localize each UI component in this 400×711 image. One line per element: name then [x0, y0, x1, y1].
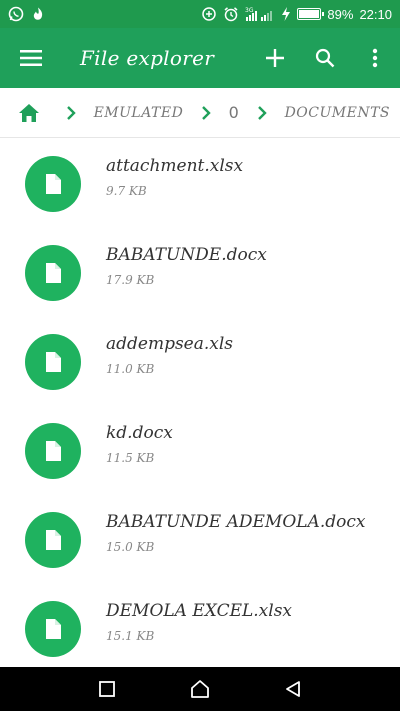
list-item[interactable]: addempsea.xls 11.0 KB: [0, 317, 400, 406]
file-name: DEMOLA EXCEL.xlsx: [106, 600, 293, 621]
charging-icon: [281, 6, 291, 22]
fire-app-icon: [30, 6, 46, 22]
list-item[interactable]: DEMOLA EXCEL.xlsx 15.1 KB: [0, 584, 400, 667]
home-icon: [19, 103, 40, 122]
home-nav-icon: [191, 680, 209, 698]
more-vert-icon: [372, 48, 378, 68]
file-icon: [25, 422, 81, 479]
back-button[interactable]: [273, 667, 313, 711]
file-size: 17.9 KB: [106, 272, 155, 287]
navigation-bar: [0, 667, 400, 711]
file-icon: [25, 511, 81, 568]
status-left: [8, 6, 46, 22]
clock: 22:10: [359, 6, 392, 22]
breadcrumb-item-emulated[interactable]: EMULATED: [84, 105, 194, 121]
status-right: 3G 89% 22:10: [201, 6, 392, 22]
battery-icon: [297, 8, 325, 20]
network-label: 3G: [245, 7, 254, 14]
file-size: 11.0 KB: [106, 361, 155, 376]
home-nav-button[interactable]: [180, 667, 220, 711]
file-name: attachment.xlsx: [106, 155, 244, 176]
chevron-right-icon: [58, 105, 83, 120]
list-item[interactable]: BABATUNDE ADEMOLA.docx 15.0 KB: [0, 495, 400, 584]
data-saver-icon: [201, 6, 217, 22]
file-name: BABATUNDE.docx: [106, 244, 267, 265]
back-icon: [286, 681, 301, 697]
recent-apps-button[interactable]: [87, 667, 127, 711]
file-icon: [25, 155, 81, 212]
menu-button[interactable]: [0, 28, 62, 88]
file-name: addempsea.xls: [106, 333, 234, 354]
battery-percent: 89%: [327, 6, 354, 22]
breadcrumb-item-0[interactable]: 0: [219, 103, 250, 122]
signal-icon: 3G: [245, 6, 275, 22]
app-title: File explorer: [80, 46, 215, 70]
app-actions: [250, 28, 400, 88]
file-size: 15.1 KB: [106, 628, 155, 643]
alarm-icon: [223, 6, 239, 22]
file-size: 9.7 KB: [106, 183, 147, 198]
breadcrumb: EMULATED 0 DOCUMENTS: [0, 88, 400, 138]
whatsapp-icon: [8, 6, 24, 22]
add-icon: [266, 49, 284, 67]
file-icon: [25, 333, 81, 390]
file-name: BABATUNDE ADEMOLA.docx: [106, 511, 366, 532]
more-options-button[interactable]: [350, 28, 400, 88]
file-icon: [25, 600, 81, 657]
file-icon: [25, 244, 81, 301]
chevron-right-icon: [249, 105, 274, 120]
breadcrumb-item-documents[interactable]: DOCUMENTS: [275, 105, 400, 121]
status-bar: 3G 89% 22:10: [0, 0, 400, 28]
recent-apps-icon: [98, 681, 115, 697]
list-item[interactable]: attachment.xlsx 9.7 KB: [0, 139, 400, 228]
chevron-right-icon: [193, 105, 218, 120]
home-button[interactable]: [0, 88, 58, 137]
search-button[interactable]: [300, 28, 350, 88]
file-name: kd.docx: [106, 422, 173, 443]
app-bar: File explorer: [0, 28, 400, 88]
file-size: 15.0 KB: [106, 539, 155, 554]
add-button[interactable]: [250, 28, 300, 88]
search-icon: [315, 48, 335, 68]
file-list: attachment.xlsx 9.7 KB BABATUNDE.docx 17…: [0, 139, 400, 667]
hamburger-menu-icon: [20, 50, 42, 66]
list-item[interactable]: BABATUNDE.docx 17.9 KB: [0, 228, 400, 317]
file-size: 11.5 KB: [106, 450, 155, 465]
list-item[interactable]: kd.docx 11.5 KB: [0, 406, 400, 495]
